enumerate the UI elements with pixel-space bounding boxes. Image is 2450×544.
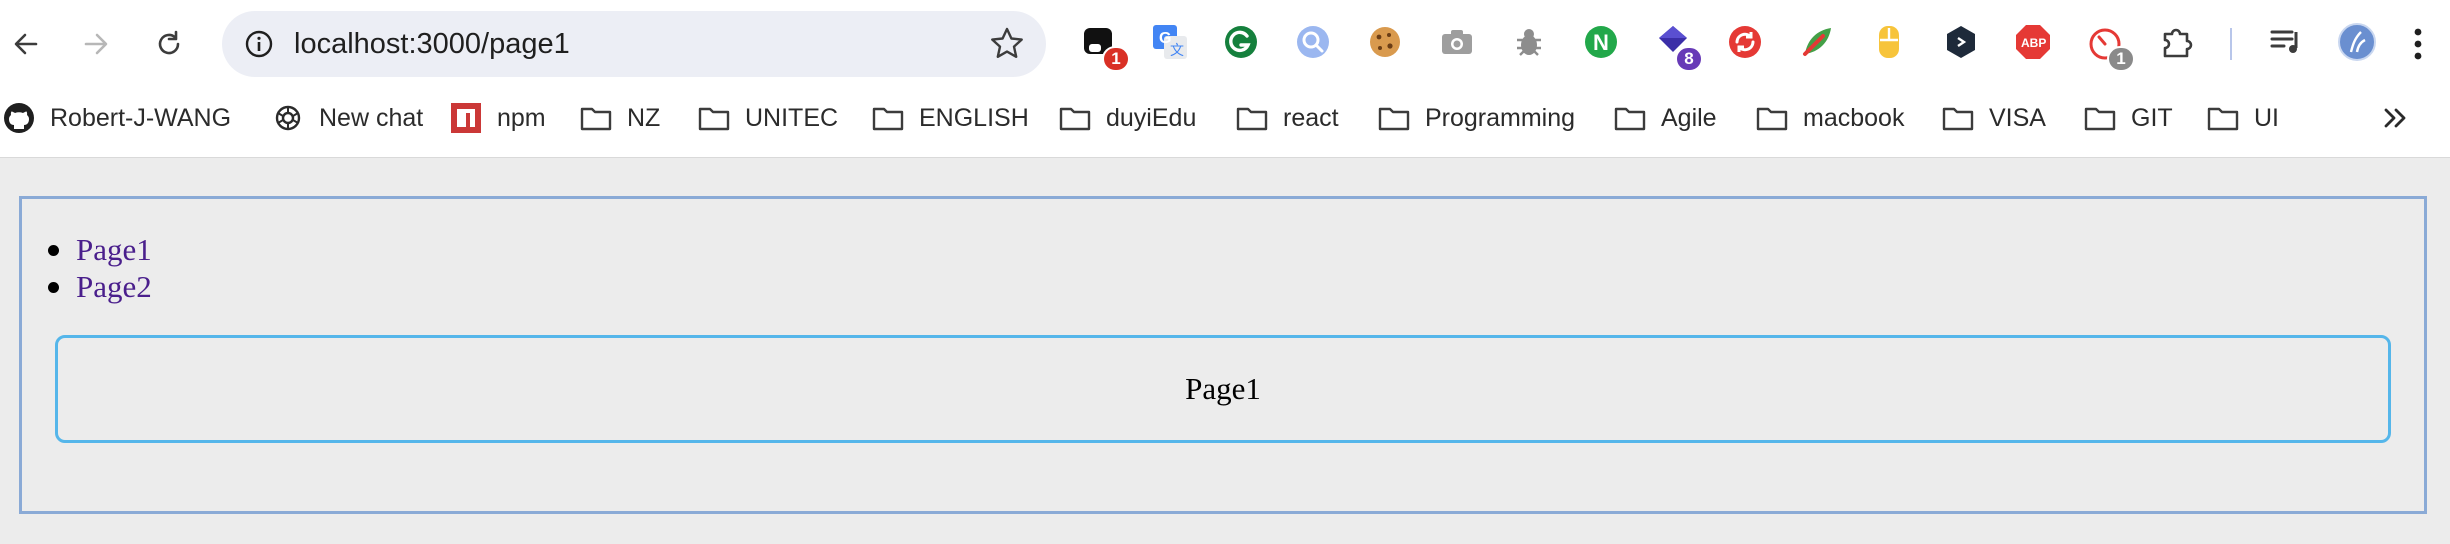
bookmark-label: Robert-J-WANG	[50, 103, 232, 132]
route-outlet: Page1	[55, 335, 2391, 443]
address-bar[interactable]: localhost:3000/page1	[222, 11, 1046, 77]
link-page2[interactable]: Page2	[76, 269, 152, 304]
bookmark-label: New chat	[319, 103, 424, 132]
list-item: Page1	[48, 231, 152, 268]
bookmark-folder-programming[interactable]: Programming	[1377, 88, 1575, 148]
bookmark-label: Agile	[1661, 103, 1717, 132]
bookmark-label: duyiEdu	[1106, 103, 1197, 132]
info-icon	[245, 30, 273, 58]
cookie-icon[interactable]	[1365, 22, 1405, 62]
n-ext-icon[interactable]: N	[1581, 22, 1621, 62]
svg-text:N: N	[1593, 30, 1609, 55]
grammarly-icon[interactable]	[1221, 22, 1261, 62]
bookmark-label: UNITEC	[745, 103, 839, 132]
folder-icon	[697, 101, 731, 135]
bookmark-label: Programming	[1425, 103, 1576, 132]
bookmark-robert-j-wang[interactable]: Robert-J-WANG	[2, 88, 231, 148]
bookmark-star-icon[interactable]	[988, 25, 1026, 63]
back-button[interactable]	[0, 18, 52, 70]
bookmark-label: macbook	[1803, 103, 1905, 132]
page-nav-list: Page1 Page2	[48, 231, 152, 305]
mouse-icon[interactable]	[1869, 22, 1909, 62]
page-viewport: Page1 Page2 Page1	[0, 159, 2450, 544]
forward-arrow-icon	[84, 33, 108, 55]
ext-1-badge: 1	[1102, 46, 1130, 72]
bookmark-label: GIT	[2131, 103, 2173, 132]
openai-icon	[271, 101, 305, 135]
dark-ext-icon[interactable]	[1941, 22, 1981, 62]
adblock-icon[interactable]: ABP	[2013, 22, 2053, 62]
link-page1[interactable]: Page1	[76, 232, 152, 267]
folder-icon	[1941, 101, 1975, 135]
gem-badge: 8	[1675, 46, 1703, 72]
profile-avatar[interactable]	[2337, 22, 2377, 62]
npm-icon	[449, 101, 483, 135]
folder-icon	[1058, 101, 1092, 135]
bookmark-label: UI	[2254, 103, 2279, 132]
bookmarks-bar: Robert-J-WANG New chat npm NZ UNITEC ENG…	[0, 88, 2450, 158]
folder-icon	[1755, 101, 1789, 135]
bookmark-folder-duyiedu[interactable]: duyiEdu	[1058, 88, 1196, 148]
folder-icon	[2083, 101, 2117, 135]
folder-icon	[2206, 101, 2240, 135]
speed-badge: 1	[2107, 46, 2135, 72]
puzzle-icon[interactable]	[2157, 22, 2197, 62]
site-info-button[interactable]	[236, 21, 282, 67]
folder-icon	[871, 101, 905, 135]
chevron-double-right-icon[interactable]	[2378, 100, 2414, 136]
bookmark-new-chat[interactable]: New chat	[271, 88, 423, 148]
github-icon	[2, 101, 36, 135]
bug-icon[interactable]	[1509, 22, 1549, 62]
reload-button[interactable]	[143, 18, 195, 70]
bookmark-label: VISA	[1989, 103, 2046, 132]
toolbar-divider	[2230, 28, 2232, 60]
folder-icon	[1377, 101, 1411, 135]
bookmark-folder-visa[interactable]: VISA	[1941, 88, 2046, 148]
bookmark-folder-english[interactable]: ENGLISH	[871, 88, 1029, 148]
gem-icon[interactable]: 8	[1653, 22, 1703, 72]
svg-text:ABP: ABP	[2021, 36, 2046, 50]
browser-toolbar: localhost:3000/page1 1 G文 N 8 ABP 1	[0, 0, 2450, 88]
bookmark-folder-ui[interactable]: UI	[2206, 88, 2279, 148]
bookmark-folder-agile[interactable]: Agile	[1613, 88, 1717, 148]
svg-text:文: 文	[1170, 42, 1184, 58]
camera-icon[interactable]	[1437, 22, 1477, 62]
bookmark-folder-macbook[interactable]: macbook	[1755, 88, 1904, 148]
sync-icon[interactable]	[1725, 22, 1765, 62]
translate-icon[interactable]: G文	[1150, 22, 1190, 62]
bookmark-folder-nz[interactable]: NZ	[579, 88, 660, 148]
bookmark-folder-react[interactable]: react	[1235, 88, 1339, 148]
app-container: Page1 Page2 Page1	[19, 196, 2427, 514]
folder-icon	[1613, 101, 1647, 135]
media-control-icon[interactable]	[2266, 22, 2306, 62]
bookmark-label: ENGLISH	[919, 103, 1029, 132]
back-arrow-icon	[14, 33, 38, 55]
reload-icon	[158, 30, 180, 55]
forward-button[interactable]	[70, 18, 122, 70]
leaf-icon[interactable]	[1797, 22, 1837, 62]
ext-1-icon[interactable]: 1	[1080, 22, 1130, 72]
bookmark-label: npm	[497, 103, 546, 132]
bookmark-npm[interactable]: npm	[449, 88, 546, 148]
folder-icon	[1235, 101, 1269, 135]
bookmark-folder-unitec[interactable]: UNITEC	[697, 88, 838, 148]
url-text[interactable]: localhost:3000/page1	[294, 11, 570, 77]
bookmark-folder-git[interactable]: GIT	[2083, 88, 2173, 148]
bookmark-label: NZ	[627, 103, 661, 132]
search-ext-icon[interactable]	[1293, 22, 1333, 62]
speed-icon[interactable]: 1	[2085, 22, 2135, 72]
folder-icon	[579, 101, 613, 135]
menu-icon[interactable]	[2410, 24, 2426, 64]
page-content-text: Page1	[1185, 371, 1261, 406]
list-item: Page2	[48, 268, 152, 305]
bookmark-label: react	[1283, 103, 1339, 132]
